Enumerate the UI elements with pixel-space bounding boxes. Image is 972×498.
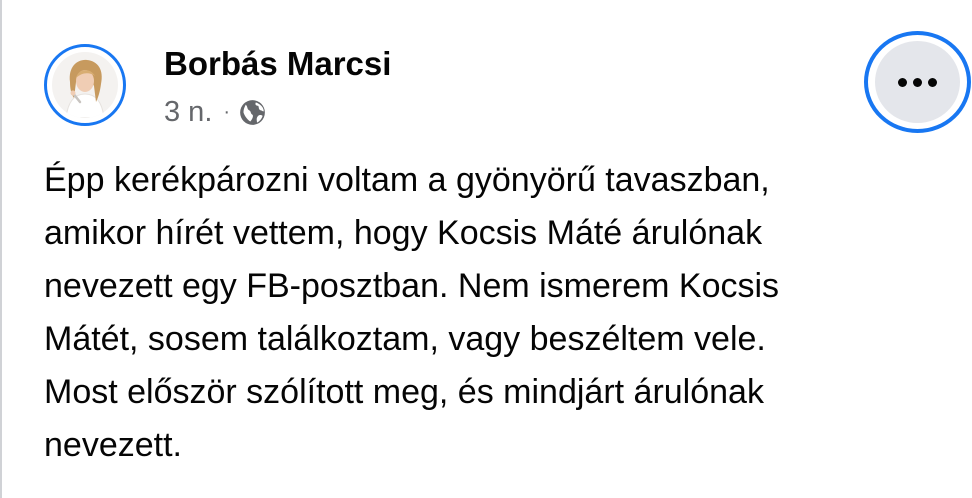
- dot-2: [913, 77, 922, 87]
- post-header: Borbás Marcsi 3 n. ·: [44, 44, 934, 134]
- author-name[interactable]: Borbás Marcsi: [164, 44, 391, 84]
- dot-3: [928, 77, 937, 87]
- dot-1: [898, 77, 907, 87]
- post-timestamp[interactable]: 3 n.: [164, 96, 212, 129]
- avatar[interactable]: [52, 52, 118, 118]
- post-text: Épp kerékpározni voltam a gyönyörű tavas…: [44, 161, 780, 464]
- post-meta: 3 n. ·: [164, 94, 266, 130]
- globe-icon[interactable]: [239, 99, 266, 126]
- more-options-icon[interactable]: [875, 41, 960, 123]
- meta-separator: ·: [223, 101, 231, 123]
- more-options-highlight[interactable]: [864, 31, 971, 133]
- avatar-highlight[interactable]: [44, 44, 126, 126]
- avatar-image: [52, 52, 118, 118]
- panel-border: [0, 0, 2, 498]
